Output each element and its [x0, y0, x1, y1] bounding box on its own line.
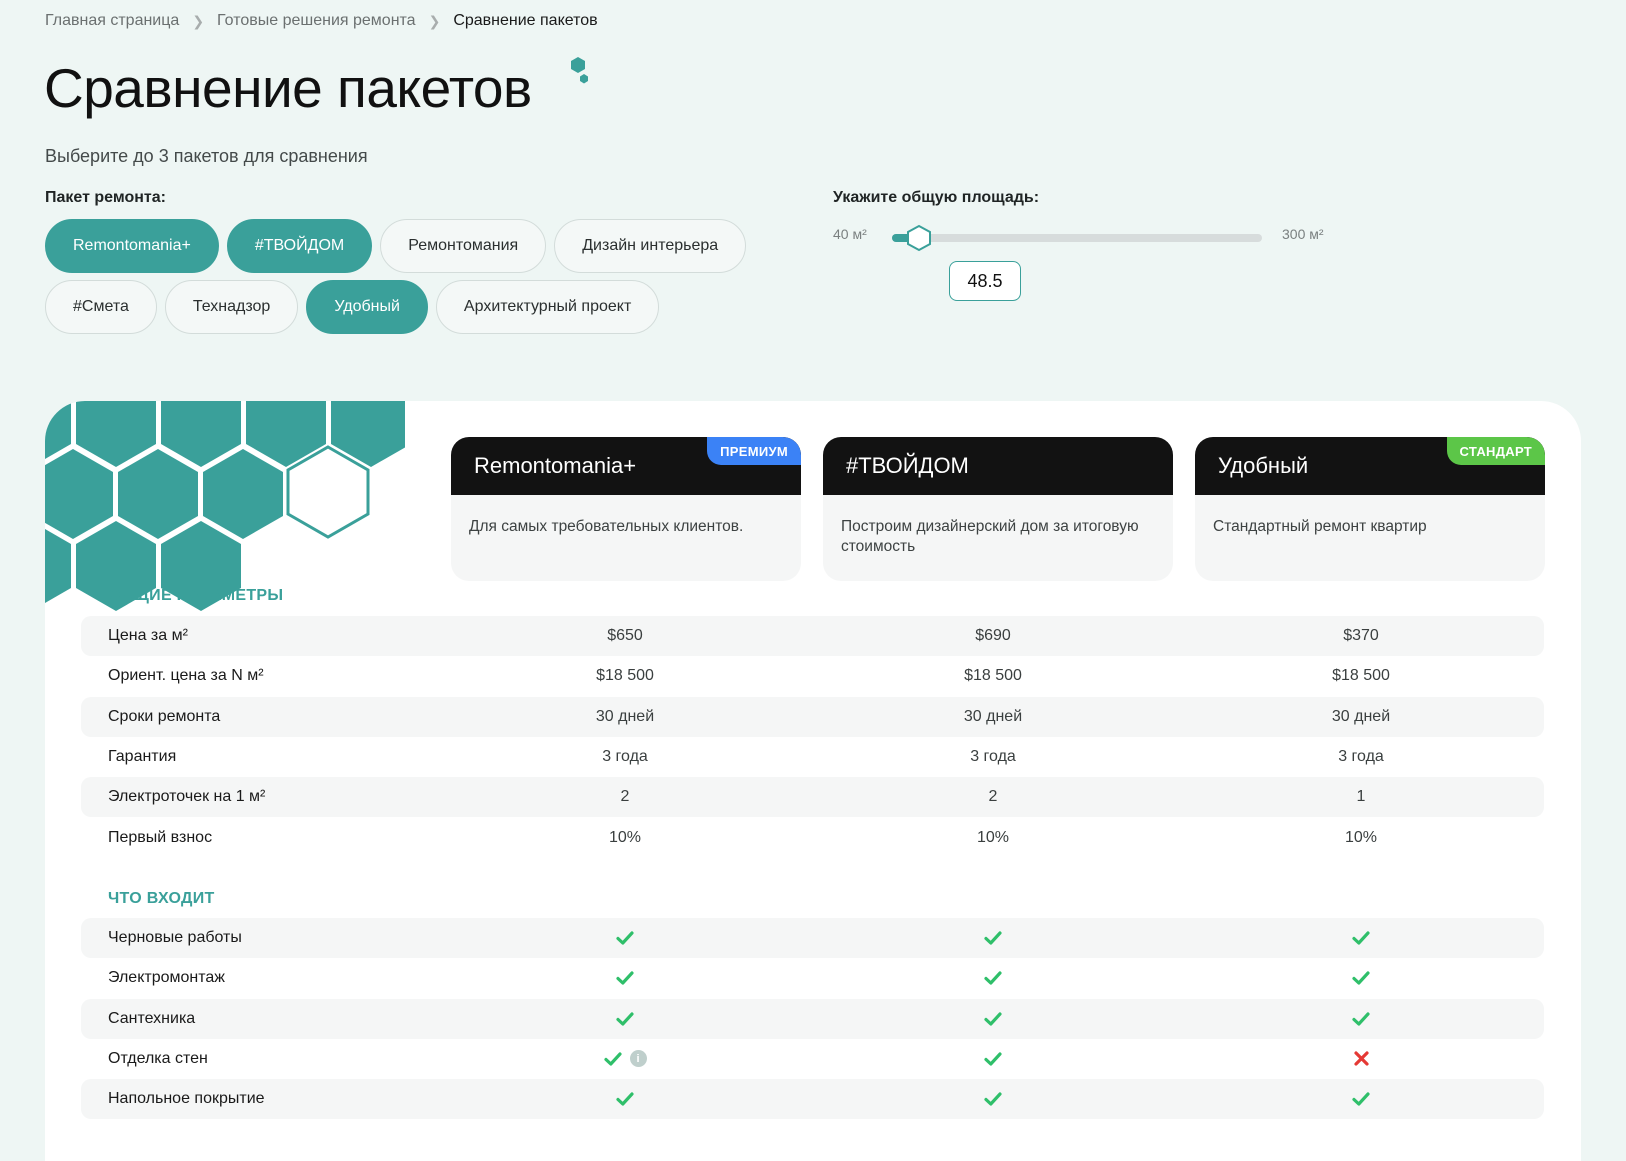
- table-cell: $690: [975, 627, 1011, 644]
- hexagon-decoration-icon: [571, 57, 588, 84]
- check-icon: [893, 999, 1093, 1039]
- row-label: Напольное покрытие: [108, 1090, 265, 1108]
- area-max-label: 300 м²: [1282, 226, 1324, 242]
- table-row: Электромонтаж: [81, 958, 1544, 998]
- table-cell: 10%: [976, 828, 1010, 846]
- package-chip[interactable]: Архитектурный проект: [435, 280, 660, 334]
- chevron-right-icon: ❯: [192, 12, 205, 29]
- package-filter-label: Пакет ремонта:: [45, 189, 166, 206]
- table-row: Первый взнос 10% 10% 10%: [81, 818, 1544, 858]
- table-row: Черновые работы: [81, 918, 1544, 958]
- chevron-right-icon: ❯: [428, 12, 441, 29]
- package-chip-row-1: Remontomania+ #ТВОЙДОМ Ремонтомания Диза…: [45, 219, 747, 273]
- package-chip[interactable]: Ремонтомания: [380, 219, 547, 273]
- check-icon: [525, 1079, 725, 1119]
- table-row: Сроки ремонта 30 дней 30 дней 30 дней: [81, 696, 1544, 737]
- package-card: Удобный СТАНДАРТ Стандартный ремонт квар…: [1195, 437, 1545, 581]
- breadcrumb-current: Сравнение пакетов: [453, 12, 598, 29]
- row-label: Гарантия: [108, 747, 177, 765]
- package-chip-row-2: #Смета Технадзор Удобный Архитектурный п…: [45, 280, 660, 334]
- check-icon: [525, 918, 725, 958]
- cross-icon: [1261, 1039, 1461, 1079]
- check-icon: [1261, 1079, 1461, 1119]
- row-label: Цена за м²: [108, 627, 188, 644]
- table-cell: 3 года: [602, 747, 648, 765]
- table-row: Электроточек на 1 м² 2 2 1: [81, 777, 1544, 818]
- row-label: Отделка стен: [108, 1049, 208, 1067]
- row-label: Электромонтаж: [108, 969, 225, 987]
- hexagon-pattern-icon: [45, 401, 405, 611]
- table-cell: $370: [1343, 627, 1379, 644]
- table-row: Отделка стен i: [81, 1039, 1544, 1079]
- standard-badge: СТАНДАРТ: [1446, 437, 1545, 465]
- page-title: Сравнение пакетов: [44, 57, 532, 119]
- package-chip[interactable]: Remontomania+: [45, 219, 219, 273]
- table-row: Ориент. цена за N м² $18 500 $18 500 $18 50…: [81, 656, 1544, 696]
- table-cell: 2: [988, 788, 998, 806]
- table-cell: 10%: [1344, 828, 1378, 846]
- table-row: Сантехника: [81, 998, 1544, 1039]
- package-chip[interactable]: Технадзор: [164, 280, 299, 334]
- table-cell: 30 дней: [595, 707, 655, 725]
- table-cell: $18 500: [964, 667, 1022, 685]
- breadcrumb-home-link[interactable]: Главная страница: [45, 12, 179, 30]
- area-label: Укажите общую площадь:: [833, 189, 1040, 206]
- section-title-general: ОБЩИЕ ПАРАМЕТРЫ: [108, 587, 284, 604]
- comparison-panel: Remontomania+ ПРЕМИУМ Для самых требоват…: [45, 401, 1581, 1161]
- table-row: Гарантия 3 года 3 года 3 года: [81, 737, 1544, 777]
- check-icon: i: [525, 1039, 725, 1079]
- table-cell: $650: [607, 627, 643, 644]
- table-cell: 2: [620, 788, 630, 806]
- package-chip[interactable]: #ТВОЙДОМ: [226, 219, 373, 273]
- row-label: Сроки ремонта: [108, 707, 221, 725]
- table-cell: 10%: [608, 828, 642, 846]
- package-card-description: Для самых требовательных клиентов.: [469, 518, 744, 535]
- package-chip[interactable]: Дизайн интерьера: [554, 219, 747, 273]
- package-card-description: Построим дизайнерский дом за итоговую ст…: [841, 518, 1139, 555]
- check-icon: [1261, 999, 1461, 1039]
- check-icon: [1261, 958, 1461, 998]
- check-icon: [1261, 918, 1461, 958]
- check-icon: [893, 918, 1093, 958]
- premium-badge: ПРЕМИУМ: [707, 437, 801, 465]
- check-icon: [893, 1039, 1093, 1079]
- area-input[interactable]: [949, 261, 1021, 301]
- table-cell: 30 дней: [1331, 707, 1391, 725]
- check-icon: [525, 958, 725, 998]
- page-subtitle: Выберите до 3 пакетов для сравнения: [45, 146, 368, 166]
- package-card-description: Стандартный ремонт квартир: [1213, 518, 1427, 535]
- check-icon: [893, 1079, 1093, 1119]
- table-cell: 3 года: [970, 747, 1016, 765]
- row-label: Черновые работы: [108, 929, 242, 946]
- table-cell: 3 года: [1338, 747, 1384, 765]
- info-icon[interactable]: i: [629, 1050, 647, 1068]
- package-chip[interactable]: #Смета: [45, 280, 157, 334]
- package-chip[interactable]: Удобный: [306, 280, 428, 334]
- area-slider-thumb[interactable]: [905, 224, 933, 252]
- package-card-title: #ТВОЙДОМ: [823, 437, 1173, 495]
- area-min-label: 40 м²: [833, 226, 867, 242]
- row-label: Ориент. цена за N м²: [108, 667, 264, 685]
- breadcrumb-section-link[interactable]: Готовые решения ремонта: [217, 12, 416, 30]
- section-title-included: ЧТО ВХОДИТ: [108, 890, 215, 907]
- breadcrumb: Главная страница ❯ Готовые решения ремон…: [45, 12, 598, 30]
- area-slider[interactable]: [892, 224, 1262, 252]
- table-cell: 30 дней: [963, 707, 1023, 725]
- table-row: Цена за м² $650 $690 $370: [81, 616, 1544, 656]
- check-icon: [893, 958, 1093, 998]
- package-card: Remontomania+ ПРЕМИУМ Для самых требоват…: [451, 437, 801, 581]
- row-label: Первый взнос: [108, 828, 213, 846]
- table-cell: 1: [1356, 788, 1366, 806]
- table-cell: $18 500: [1332, 667, 1390, 685]
- package-card: #ТВОЙДОМ Построим дизайнерский дом за ит…: [823, 437, 1173, 581]
- table-row: Напольное покрытие: [81, 1079, 1544, 1120]
- row-label: Сантехника: [108, 1009, 196, 1027]
- table-cell: $18 500: [596, 667, 654, 685]
- row-label: Электроточек на 1 м²: [108, 788, 266, 806]
- check-icon: [525, 999, 725, 1039]
